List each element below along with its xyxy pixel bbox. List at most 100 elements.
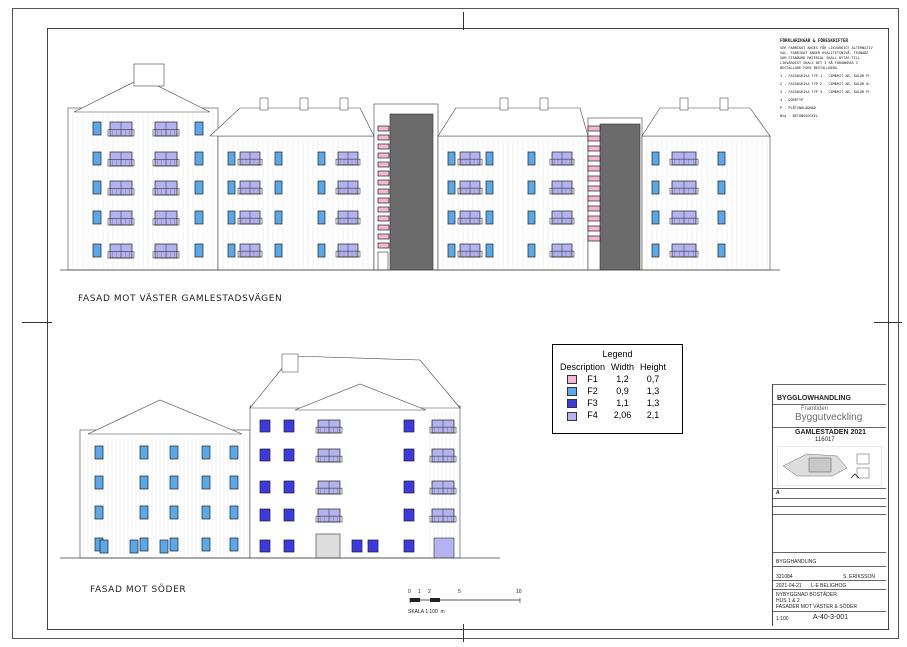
window bbox=[651, 210, 660, 225]
legend-table: Description Width Height F1 1,2 0,7 F2 0… bbox=[557, 361, 669, 422]
notes-item: 1 - FASADSKIVA TYP 1 - CEMBRIT AB, KULÖR… bbox=[780, 74, 871, 78]
window bbox=[403, 480, 415, 494]
stair-panel-dark-1 bbox=[389, 113, 434, 271]
notes-item: Btg - BETONGSOCKEL bbox=[780, 114, 818, 118]
roof-vent bbox=[339, 97, 349, 111]
window bbox=[587, 155, 601, 162]
window bbox=[283, 419, 295, 433]
chimney bbox=[281, 353, 299, 373]
window bbox=[485, 151, 494, 166]
legend-swatch bbox=[567, 375, 578, 385]
window bbox=[201, 475, 211, 490]
window bbox=[169, 505, 179, 520]
window bbox=[274, 180, 283, 195]
window bbox=[259, 480, 271, 494]
scale-tick: 5 bbox=[458, 589, 461, 595]
roof-wing-right bbox=[641, 107, 771, 137]
legend-height: 1,3 bbox=[646, 398, 660, 409]
window bbox=[717, 210, 726, 225]
chimney bbox=[133, 63, 165, 87]
roof-section-2 bbox=[209, 107, 375, 137]
scale-bar-graphic bbox=[409, 598, 521, 603]
legend-title: Legend bbox=[602, 349, 633, 359]
scale-tick: 10 bbox=[516, 589, 522, 595]
window bbox=[194, 243, 204, 258]
legend-swatch bbox=[567, 399, 578, 409]
window bbox=[227, 180, 236, 195]
window bbox=[317, 151, 326, 166]
firm-name: BYGGLOWHANDLING bbox=[777, 395, 851, 402]
window bbox=[227, 243, 236, 258]
window bbox=[194, 121, 204, 136]
legend-row: F2 0,9 1,3 bbox=[557, 385, 669, 397]
center-mark-right bbox=[874, 322, 902, 323]
legend-desc: F3 bbox=[587, 398, 598, 409]
window bbox=[317, 243, 326, 258]
window bbox=[129, 539, 139, 554]
legend-desc: F2 bbox=[587, 386, 598, 397]
window bbox=[259, 508, 271, 522]
window bbox=[274, 210, 283, 225]
window bbox=[139, 475, 149, 490]
window bbox=[377, 170, 390, 177]
window bbox=[651, 243, 660, 258]
window bbox=[651, 180, 660, 195]
window bbox=[283, 539, 295, 553]
window bbox=[94, 505, 104, 520]
window bbox=[377, 242, 390, 249]
window bbox=[229, 505, 239, 520]
roof-vent bbox=[679, 97, 689, 111]
balcony-door bbox=[433, 537, 455, 559]
window bbox=[92, 151, 102, 166]
window bbox=[259, 539, 271, 553]
description-line-3: FASADER MOT VÄSTER & SÖDER bbox=[776, 604, 858, 610]
window bbox=[527, 243, 536, 258]
window bbox=[377, 161, 390, 168]
roof-vent bbox=[499, 97, 509, 111]
window bbox=[351, 539, 363, 553]
window bbox=[283, 480, 295, 494]
center-mark-top bbox=[463, 12, 464, 30]
legend-swatch bbox=[567, 387, 578, 397]
legend-row: F1 1,2 0,7 bbox=[557, 373, 669, 385]
notes-intro: SER FABRIKAT ANGES FÅR LIKVÄRDIGT ALTERN… bbox=[780, 46, 873, 70]
window bbox=[587, 175, 601, 182]
window bbox=[317, 180, 326, 195]
window bbox=[229, 445, 239, 460]
logo-main: Byggutveckling bbox=[795, 412, 863, 423]
legend-width: 0,9 bbox=[616, 386, 629, 397]
window bbox=[259, 448, 271, 462]
window bbox=[587, 205, 601, 212]
window bbox=[94, 475, 104, 490]
window bbox=[377, 125, 390, 132]
window bbox=[403, 508, 415, 522]
legend-row: F3 1,1 1,3 bbox=[557, 397, 669, 409]
window bbox=[317, 210, 326, 225]
window bbox=[99, 539, 109, 554]
window bbox=[587, 165, 601, 172]
stair-panel-dark-2 bbox=[599, 123, 641, 271]
roof-vent bbox=[259, 97, 269, 111]
window bbox=[717, 180, 726, 195]
window bbox=[587, 145, 601, 152]
center-mark-left bbox=[22, 322, 52, 323]
project-number: 116017 bbox=[815, 437, 835, 443]
window bbox=[201, 505, 211, 520]
window bbox=[274, 151, 283, 166]
window bbox=[92, 243, 102, 258]
window bbox=[283, 448, 295, 462]
window bbox=[527, 180, 536, 195]
window bbox=[377, 206, 390, 213]
window bbox=[94, 445, 104, 460]
scale-label: SKALA 1:100 bbox=[408, 609, 438, 615]
scale-tick-labels: 0 1 2 5 10 bbox=[408, 589, 523, 596]
notes-block: FÖRKLARINGAR & FÖRESKRIFTER SER FABRIKAT… bbox=[780, 38, 875, 122]
scale-tick: 2 bbox=[428, 589, 431, 595]
center-mark-bottom bbox=[463, 624, 464, 642]
window bbox=[194, 180, 204, 195]
scale-tick: 1 bbox=[418, 589, 421, 595]
legend-desc: F1 bbox=[587, 374, 598, 384]
window bbox=[367, 539, 379, 553]
window bbox=[717, 151, 726, 166]
window bbox=[169, 475, 179, 490]
